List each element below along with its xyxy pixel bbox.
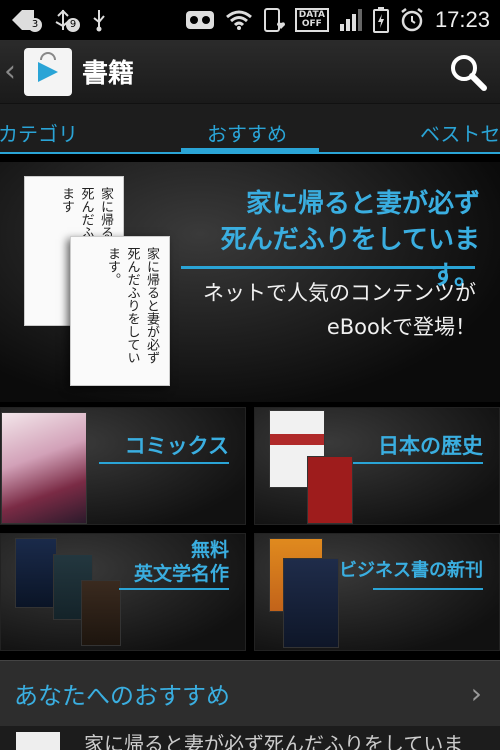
category-label-history: 日本の歴史 [378,434,483,458]
category-divider [353,462,483,464]
tab-bestseller[interactable]: ベストセ [420,118,500,147]
phone-heart-icon [263,7,285,33]
category-label-comics: コミックス [124,434,229,458]
recommendations-title: あなたへのおすすめ [14,682,230,710]
banner-sub-line2: eBookで登場！ [326,315,476,339]
history-cover-image-2 [307,456,353,524]
recommendations-header[interactable]: あなたへのおすすめ › [0,660,500,726]
book-cover-front: 家に帰ると妻が必ず死んだふりをしています。 [70,236,170,386]
notification-icon: 3 [10,8,42,32]
data-label-bottom: OFF [301,19,322,29]
category-tile-english-literature[interactable]: 無料 英文学名作 [0,533,246,651]
tab-category[interactable]: カテゴリ [0,118,78,147]
category-label-business: ビジネス書の新刊 [339,560,483,581]
category-label-english-literature: 英文学名作 [133,563,229,585]
search-icon [451,55,487,91]
english-cover-image [15,538,57,608]
category-label-english: 無料 英文学名作 [134,538,229,586]
banner-divider [181,266,475,269]
banner-subtitle: ネットで人気のコンテンツが eBookで登場！ [180,276,476,344]
banner-headline-line1: 家に帰ると妻が必ず [245,189,480,219]
category-tile-history[interactable]: 日本の歴史 [254,407,500,525]
action-bar: ‹ 書籍 [0,40,500,104]
recommendation-item[interactable]: 家に帰ると妻が必ず死んだふりをしていま [0,726,500,750]
english-cover-image-3 [81,580,121,646]
page-title: 書籍 [82,59,135,89]
comics-cover-image [1,412,87,524]
book-front-text: 家に帰ると妻が必ず死んだふりをしています。 [105,247,159,364]
voicemail-icon [185,10,215,30]
tab-recommended[interactable]: おすすめ [207,118,287,147]
play-store-icon[interactable] [24,47,72,96]
chevron-right-icon: › [470,677,482,710]
usb-count: 9 [66,18,80,32]
featured-banner[interactable]: 家に帰ると妻が必ず死んだふりをしています 家に帰ると妻が必ず死んだふりをしていま… [0,162,500,402]
business-cover-image-2 [283,558,339,648]
banner-sub-line1: ネットで人気のコンテンツが [203,281,476,305]
search-button[interactable] [448,52,488,92]
recommendation-item-title: 家に帰ると妻が必ず死んだふりをしていま [84,732,464,750]
usb-debug-icon: 9 [52,8,80,32]
battery-icon [372,7,389,33]
category-tile-business[interactable]: ビジネス書の新刊 [254,533,500,651]
data-off-icon: DATA OFF [294,8,329,32]
status-left: 3 9 [10,8,108,32]
back-chevron-icon[interactable]: ‹ [4,54,22,89]
usb-icon [90,8,108,32]
active-tab-indicator [181,148,319,152]
category-label-free: 無料 [190,539,229,561]
status-right: DATA OFF 17:23 [185,7,490,33]
category-divider [99,462,229,464]
tab-bar: カテゴリ おすすめ ベストセ [0,104,500,154]
category-tile-comics[interactable]: コミックス [0,407,246,525]
wifi-icon [225,9,253,31]
alarm-icon [399,7,425,33]
category-divider [373,588,483,590]
notification-count: 3 [28,18,42,32]
status-bar: 3 9 DATA OFF 17:23 [0,0,500,40]
category-divider [119,588,229,590]
recommendation-thumbnail [16,732,60,750]
clock: 17:23 [434,7,490,32]
signal-icon [339,8,363,32]
